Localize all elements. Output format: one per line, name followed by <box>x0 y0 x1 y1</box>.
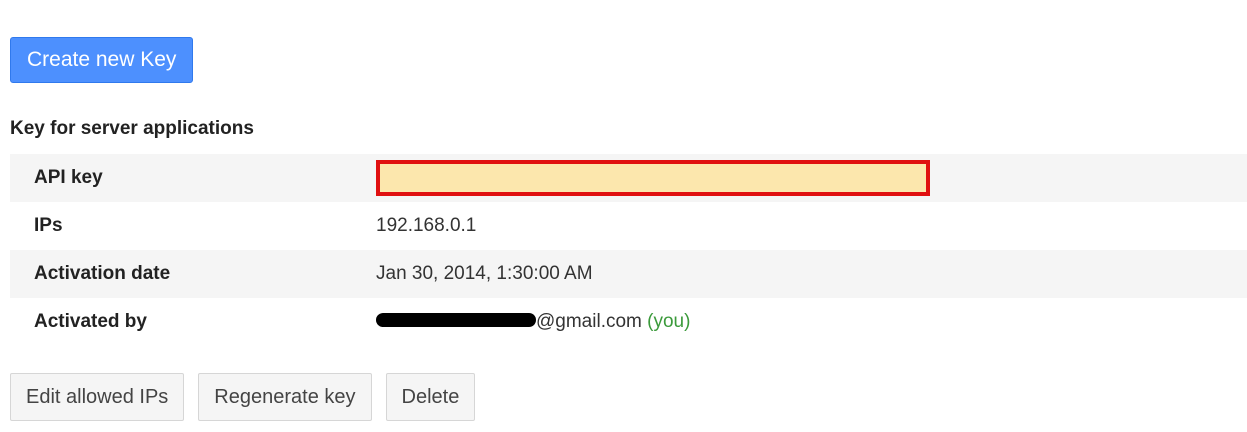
table-row: Activated by @gmail.com (you) <box>10 298 1247 346</box>
redaction-mark <box>376 312 536 327</box>
table-row: IPs 192.168.0.1 <box>10 202 1247 250</box>
you-indicator: (you) <box>647 311 691 332</box>
api-key-highlight-box[interactable] <box>376 160 930 196</box>
table-row: API key <box>10 154 1247 202</box>
activation-date-label: Activation date <box>10 250 367 298</box>
key-details-table: API key IPs 192.168.0.1 Activation date … <box>10 154 1247 346</box>
activated-by-label: Activated by <box>34 311 147 332</box>
ips-label: IPs <box>34 215 63 236</box>
key-actions: Edit allowed IPs Regenerate key Delete <box>10 373 476 421</box>
regenerate-key-button[interactable]: Regenerate key <box>198 373 372 421</box>
api-credentials-page: Create new Key Key for server applicatio… <box>0 0 1247 432</box>
delete-button[interactable]: Delete <box>385 373 476 421</box>
activation-date-value: Jan 30, 2014, 1:30:00 AM <box>367 250 1247 298</box>
activated-by-value: @gmail.com (you) <box>367 298 1247 346</box>
ips-value: 192.168.0.1 <box>376 215 477 236</box>
section-title: Key for server applications <box>10 118 254 139</box>
table-row: Activation date Jan 30, 2014, 1:30:00 AM <box>10 250 1247 298</box>
create-new-key-button[interactable]: Create new Key <box>10 37 194 83</box>
edit-allowed-ips-button[interactable]: Edit allowed IPs <box>10 373 185 421</box>
api-key-value[interactable] <box>367 154 1247 202</box>
email-suffix: @gmail.com <box>536 311 642 332</box>
api-key-label: API key <box>10 154 367 202</box>
